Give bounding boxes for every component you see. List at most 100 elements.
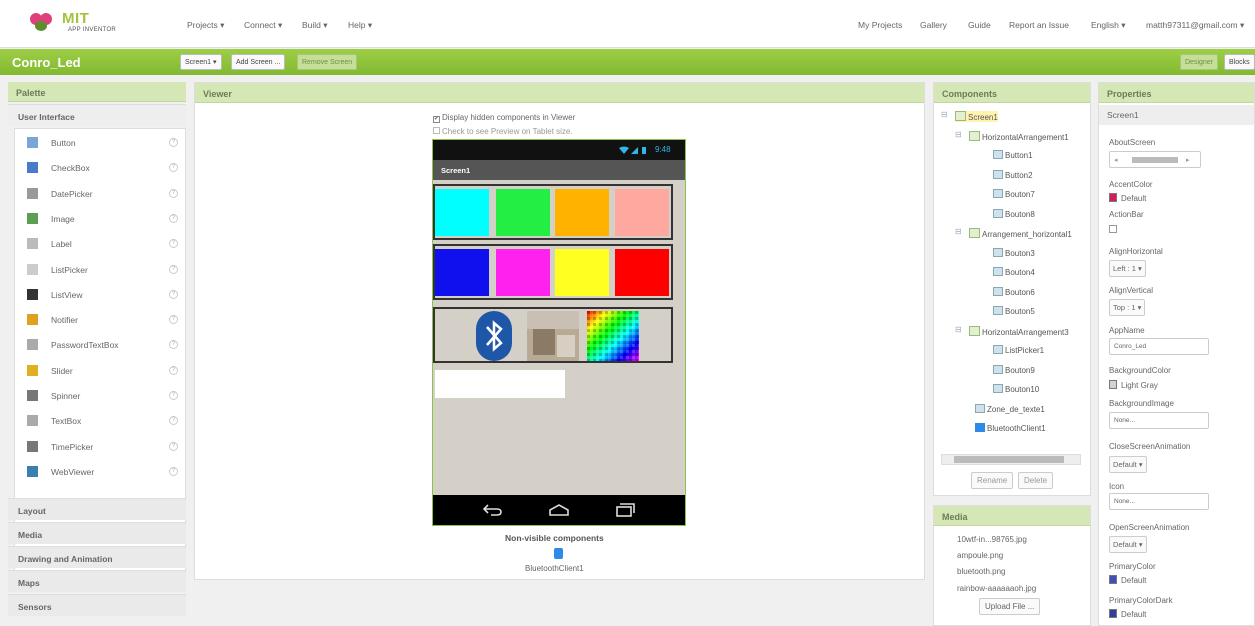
palette-item-webviewer[interactable]: WebViewer? [15, 460, 185, 485]
tree-node[interactable]: Screen1 [955, 111, 998, 122]
palette-item-button[interactable]: Button? [15, 131, 185, 156]
palette-item-datepicker[interactable]: DatePicker? [15, 182, 185, 207]
tree-node[interactable]: Bouton4 [993, 267, 1035, 277]
bouton8[interactable] [615, 189, 669, 236]
help-icon[interactable]: ? [169, 239, 178, 249]
bouton7[interactable] [555, 189, 609, 236]
link-my-projects[interactable]: My Projects [858, 20, 902, 30]
bluetooth-client-icon[interactable] [554, 548, 563, 559]
upload-file-button[interactable]: Upload File ... [979, 598, 1041, 615]
action-bar-checkbox[interactable] [1109, 225, 1117, 233]
align-vertical-dropdown[interactable]: Top : 1 ▾ [1109, 299, 1146, 316]
app-name-input[interactable]: Conro_Led [1109, 338, 1209, 355]
accent-color-picker[interactable]: Default [1109, 193, 1146, 203]
language-menu[interactable]: English ▾ [1091, 20, 1126, 31]
screen-select[interactable]: Screen1 ▾ [180, 54, 222, 70]
bouton6[interactable] [555, 249, 609, 296]
menu-projects[interactable]: Projects ▾ [187, 20, 224, 31]
media-file[interactable]: bluetooth.png [957, 567, 1006, 576]
background-color-picker[interactable]: Light Gray [1109, 380, 1158, 390]
tree-node[interactable]: Bouton3 [993, 247, 1035, 258]
tree-node[interactable]: Bouton8 [993, 208, 1035, 219]
palette-item-image[interactable]: Image? [15, 207, 185, 232]
link-gallery[interactable]: Gallery [920, 20, 947, 30]
tree-collapse-toggle[interactable]: ⊟ [955, 227, 962, 236]
tree-node[interactable]: Button2 [993, 169, 1033, 180]
media-file[interactable]: rainbow-aaaaaaoh.jpg [957, 584, 1036, 593]
tree-node[interactable]: Button1 [993, 150, 1033, 160]
tree-node[interactable]: HorizontalArrangement3 [969, 325, 1069, 337]
add-screen-button[interactable]: Add Screen ... [231, 54, 286, 70]
designer-button[interactable]: Designer [1180, 54, 1219, 70]
help-icon[interactable]: ? [169, 213, 178, 223]
help-icon[interactable]: ? [169, 365, 178, 375]
tree-node[interactable]: Bouton9 [993, 364, 1035, 375]
tree-node[interactable]: HorizontalArrangement1 [969, 130, 1069, 142]
display-hidden-checkbox[interactable]: ✔ Display hidden components in Viewer [433, 113, 575, 123]
help-icon[interactable]: ? [169, 416, 178, 426]
help-icon[interactable]: ? [169, 315, 178, 325]
remove-screen-button[interactable]: Remove Screen [297, 54, 358, 70]
tree-node[interactable]: Zone_de_texte1 [975, 403, 1045, 414]
help-icon[interactable]: ? [169, 391, 178, 400]
tree-collapse-toggle[interactable]: ⊟ [955, 325, 962, 334]
rename-button[interactable]: Rename [971, 472, 1014, 489]
align-horizontal-dropdown[interactable]: Left : 1 ▾ [1109, 260, 1146, 277]
palette-section-maps[interactable]: Maps [8, 570, 186, 592]
primary-color-picker[interactable]: Default [1109, 575, 1146, 585]
palette-item-notifier[interactable]: Notifier? [15, 308, 185, 333]
help-icon[interactable]: ? [169, 163, 178, 173]
horizontal-arrangement-1[interactable] [433, 184, 673, 240]
delete-button[interactable]: Delete [1018, 472, 1054, 489]
palette-item-listpicker[interactable]: ListPicker? [15, 258, 185, 283]
menu-build[interactable]: Build ▾ [302, 20, 328, 31]
rainbow-image-button[interactable] [587, 311, 639, 361]
tree-node[interactable]: Bouton5 [993, 306, 1035, 316]
arrangement-horizontal-1[interactable] [433, 244, 673, 300]
palette-section-drawing[interactable]: Drawing and Animation [8, 546, 186, 568]
about-screen-textarea[interactable]: ◂ ▸ [1109, 151, 1201, 168]
tree-node[interactable]: Bouton6 [993, 286, 1035, 297]
palette-section-layout[interactable]: Layout [8, 498, 186, 520]
tree-node[interactable]: BluetoothClient1 [975, 423, 1046, 433]
palette-item-timepicker[interactable]: TimePicker? [15, 435, 185, 460]
open-animation-dropdown[interactable]: Default ▾ [1109, 536, 1147, 553]
palette-item-checkbox[interactable]: CheckBox? [15, 156, 185, 181]
menu-help[interactable]: Help ▾ [348, 20, 372, 31]
background-image-input[interactable]: None... [1109, 412, 1209, 429]
palette-item-label[interactable]: Label? [15, 232, 185, 257]
palette-section-sensors[interactable]: Sensors [8, 594, 186, 616]
help-icon[interactable]: ? [169, 289, 178, 299]
button1[interactable] [435, 189, 489, 236]
help-icon[interactable]: ? [169, 441, 178, 451]
link-guide[interactable]: Guide [968, 20, 991, 30]
app-inventor-logo[interactable]: MIT APP INVENTOR [26, 8, 136, 38]
zone-de-texte-1[interactable] [435, 370, 565, 398]
primary-color-dark-picker[interactable]: Default [1109, 609, 1146, 619]
tree-node[interactable]: Bouton10 [993, 384, 1039, 394]
help-icon[interactable]: ? [169, 264, 178, 274]
lamp-photo-button[interactable] [527, 311, 579, 361]
palette-item-spinner[interactable]: Spinner? [15, 384, 185, 409]
palette-section-user-interface[interactable]: User Interface [8, 104, 186, 126]
bluetooth-listpicker-icon[interactable] [475, 311, 513, 361]
bouton5[interactable] [615, 249, 669, 296]
tree-node[interactable]: ListPicker1 [993, 345, 1044, 355]
close-animation-dropdown[interactable]: Default ▾ [1109, 456, 1147, 473]
palette-item-slider[interactable]: Slider? [15, 359, 185, 384]
media-file[interactable]: ampoule.png [957, 551, 1003, 560]
bouton3[interactable] [435, 249, 489, 296]
help-icon[interactable]: ? [169, 138, 178, 147]
palette-section-media[interactable]: Media [8, 522, 186, 544]
palette-item-listview[interactable]: ListView? [15, 283, 185, 308]
tree-node[interactable]: Arrangement_horizontal1 [969, 228, 1072, 239]
icon-input[interactable]: None... [1109, 493, 1209, 510]
button2[interactable] [496, 189, 550, 236]
tree-node[interactable]: Bouton7 [993, 189, 1035, 199]
menu-connect[interactable]: Connect ▾ [244, 20, 282, 31]
blocks-button[interactable]: Blocks [1224, 54, 1255, 70]
bouton4[interactable] [496, 249, 550, 296]
tree-collapse-toggle[interactable]: ⊟ [941, 110, 948, 119]
palette-item-textbox[interactable]: TextBox? [15, 409, 185, 434]
palette-item-passwordtextbox[interactable]: PasswordTextBox? [15, 333, 185, 358]
